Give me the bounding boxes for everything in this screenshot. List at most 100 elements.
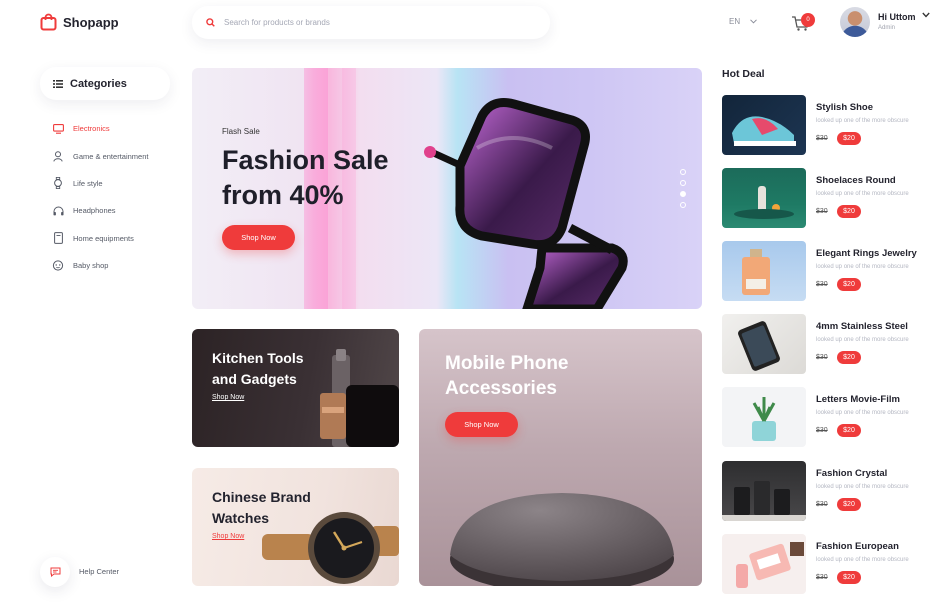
- search-bar[interactable]: [192, 6, 550, 39]
- deal-description: looked up one of the more obscure: [816, 484, 909, 490]
- carousel-dot-active[interactable]: [680, 191, 686, 197]
- sidebar-item-home-equipments[interactable]: Home equipments: [52, 225, 148, 252]
- product-image: [722, 534, 806, 594]
- deal-description: looked up one of the more obscure: [816, 557, 909, 563]
- deal-new-price: $20: [837, 132, 861, 145]
- smart-speaker-image: [450, 493, 674, 586]
- deal-name: Shoelaces Round: [816, 175, 896, 186]
- hero-shop-now-button[interactable]: Shop Now: [222, 225, 295, 250]
- watches-shop-now-link[interactable]: Shop Now: [212, 533, 244, 540]
- deal-name: 4mm Stainless Steel: [816, 321, 908, 332]
- deal-old-price: $30: [816, 354, 828, 361]
- categories-header[interactable]: Categories: [40, 67, 170, 100]
- chat-icon: [50, 567, 60, 577]
- user-name[interactable]: Hi Uttom: [878, 12, 916, 22]
- promo-card-mobile[interactable]: Mobile Phone Accessories Shop Now: [419, 329, 702, 586]
- watches-card-title: Chinese Brand Watches: [212, 489, 311, 526]
- deal-description: looked up one of the more obscure: [816, 191, 909, 197]
- deal-old-price: $30: [816, 208, 828, 215]
- language-label: EN: [729, 17, 741, 26]
- deal-item-elegant-rings-jewelry[interactable]: Elegant Rings Jewelry looked up one of t…: [722, 241, 932, 301]
- sidebar-item-label: Baby shop: [73, 261, 109, 271]
- user-icon: [52, 150, 64, 162]
- carousel-dots: [680, 169, 686, 208]
- deal-new-price: $20: [837, 278, 861, 291]
- sidebar-item-baby-shop[interactable]: Baby shop: [52, 252, 148, 279]
- sidebar-item-electronics[interactable]: Electronics: [52, 115, 148, 142]
- sidebar-item-life-style[interactable]: Life style: [52, 170, 148, 197]
- carousel-dot[interactable]: [680, 202, 686, 208]
- kitchen-card-title: Kitchen Tools and Gadgets: [212, 350, 304, 387]
- hot-deal-title: Hot Deal: [722, 68, 765, 80]
- promo-card-watches[interactable]: Chinese Brand Watches Shop Now: [192, 468, 399, 586]
- carousel-dot[interactable]: [680, 180, 686, 186]
- headphones-icon: [52, 205, 64, 217]
- page: Shopapp EN 0 Hi Uttom Admin Categories: [0, 0, 944, 613]
- search-icon: [206, 18, 215, 27]
- hero-subtitle: Flash Sale: [222, 127, 260, 136]
- language-select[interactable]: EN: [729, 17, 757, 26]
- mobile-shop-now-button[interactable]: Shop Now: [445, 412, 518, 437]
- help-center-label[interactable]: Help Center: [79, 567, 119, 576]
- kitchen-shop-now-link[interactable]: Shop Now: [212, 394, 244, 401]
- sidebar-item-label: Headphones: [73, 206, 116, 216]
- product-image: [722, 95, 806, 155]
- help-center-button[interactable]: [40, 557, 70, 587]
- deal-new-price: $20: [837, 571, 861, 584]
- brand-logo[interactable]: Shopapp: [40, 13, 119, 31]
- user-menu-chevron-icon[interactable]: [922, 12, 930, 18]
- mobile-card-title: Mobile Phone Accessories: [445, 353, 569, 399]
- baby-icon: [52, 260, 64, 272]
- deal-new-price: $20: [837, 424, 861, 437]
- deal-name: Letters Movie-Film: [816, 394, 900, 405]
- sidebar-item-label: Electronics: [73, 124, 110, 134]
- deal-name: Elegant Rings Jewelry: [816, 248, 917, 259]
- deal-description: looked up one of the more obscure: [816, 337, 909, 343]
- cart-badge: 0: [801, 13, 815, 27]
- sidebar-item-label: Game & entertainment: [73, 151, 149, 161]
- promo-card-kitchen[interactable]: Kitchen Tools and Gadgets Shop Now: [192, 329, 399, 447]
- product-image: [722, 387, 806, 447]
- watch-icon: [52, 177, 64, 190]
- user-role: Admin: [878, 25, 896, 31]
- deal-item-4mm-stainless-steel[interactable]: 4mm Stainless Steel looked up one of the…: [722, 314, 932, 374]
- device-icon: [52, 232, 64, 245]
- shopping-bag-icon: [40, 13, 57, 31]
- deal-new-price: $20: [837, 351, 861, 364]
- deal-new-price: $20: [837, 205, 861, 218]
- carousel-dot[interactable]: [680, 169, 686, 175]
- sidebar-item-headphones[interactable]: Headphones: [52, 197, 148, 224]
- deal-description: looked up one of the more obscure: [816, 410, 909, 416]
- chevron-down-icon: [750, 19, 757, 24]
- menu-icon: [53, 79, 63, 88]
- deal-item-fashion-crystal[interactable]: Fashion Crystal looked up one of the mor…: [722, 461, 932, 521]
- deal-description: looked up one of the more obscure: [816, 264, 909, 270]
- deal-item-stylish-shoe[interactable]: Stylish Shoe looked up one of the more o…: [722, 95, 932, 155]
- deal-description: looked up one of the more obscure: [816, 118, 909, 124]
- avatar[interactable]: [840, 7, 870, 37]
- sidebar-item-label: Home equipments: [73, 233, 134, 243]
- deal-old-price: $30: [816, 501, 828, 508]
- monitor-icon: [52, 123, 64, 135]
- deal-old-price: $30: [816, 427, 828, 434]
- deal-item-letters-movie-film[interactable]: Letters Movie-Film looked up one of the …: [722, 387, 932, 447]
- deal-old-price: $30: [816, 574, 828, 581]
- deal-old-price: $30: [816, 281, 828, 288]
- deal-name: Fashion Crystal: [816, 468, 888, 479]
- deal-name: Stylish Shoe: [816, 102, 874, 113]
- product-image: [722, 314, 806, 374]
- categories-title: Categories: [70, 77, 127, 90]
- deal-item-shoelaces-round[interactable]: Shoelaces Round looked up one of the mor…: [722, 168, 932, 228]
- product-image: [722, 168, 806, 228]
- sidebar-item-label: Life style: [73, 178, 103, 188]
- brand-name: Shopapp: [63, 14, 119, 30]
- hero-title: Fashion Sale from 40%: [222, 145, 389, 210]
- product-image: [722, 461, 806, 521]
- search-input[interactable]: [224, 18, 524, 27]
- deal-name: Fashion European: [816, 541, 899, 552]
- deal-item-fashion-european[interactable]: Fashion European looked up one of the mo…: [722, 534, 932, 594]
- sunglasses-image: [424, 98, 628, 309]
- deal-new-price: $20: [837, 498, 861, 511]
- sidebar-item-game-entertainment[interactable]: Game & entertainment: [52, 142, 148, 169]
- category-list: Electronics Game & entertainment Life st…: [52, 115, 148, 279]
